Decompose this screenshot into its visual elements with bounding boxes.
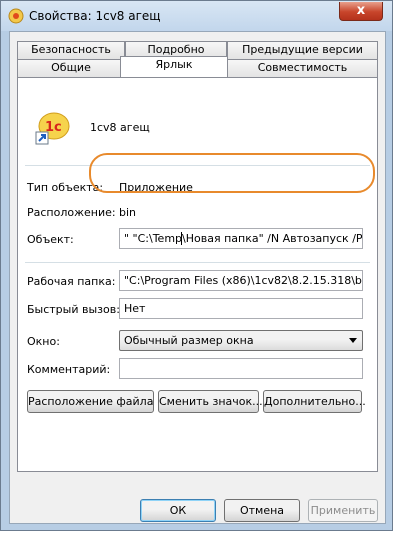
hotkey-label: Быстрый вызов:: [27, 303, 120, 316]
title-bar[interactable]: Свойства: 1cv8 агещ x: [1, 1, 392, 31]
startin-field[interactable]: "C:\Program Files (x86)\1cv82\8.2.15.318…: [119, 270, 363, 291]
target-value: " "C:\Temp\Новая папка" /N Автозапуск /P…: [124, 232, 363, 245]
change-icon-button[interactable]: Сменить значок...: [158, 390, 263, 413]
shortcut-name: 1cv8 агещ: [90, 121, 150, 134]
comment-field[interactable]: [119, 358, 363, 379]
startin-label: Рабочая папка:: [27, 275, 116, 288]
hotkey-field[interactable]: Нет: [119, 298, 363, 319]
run-label: Окно:: [27, 335, 60, 348]
properties-window: Свойства: 1cv8 агещ x Безопасность Подро…: [0, 0, 393, 531]
chevron-down-icon: [349, 338, 357, 343]
tab-compatibility[interactable]: Совместимость: [227, 59, 378, 77]
properties-icon: [8, 8, 24, 24]
run-value: Обычный размер окна: [124, 334, 254, 347]
separator: [25, 262, 370, 263]
location-label: Расположение:: [27, 206, 116, 219]
open-file-location-button[interactable]: Расположение файла: [27, 390, 154, 413]
1c-app-icon: 1c: [35, 112, 70, 145]
tab-shortcut[interactable]: Ярлык: [120, 56, 228, 77]
tab-security[interactable]: Безопасность: [17, 41, 125, 59]
run-select[interactable]: Обычный размер окна: [119, 330, 363, 351]
cancel-button[interactable]: Отмена: [224, 499, 300, 522]
close-icon: x: [356, 3, 366, 18]
target-label: Объект:: [27, 233, 74, 246]
hotkey-value: Нет: [124, 302, 146, 315]
comment-label: Комментарий:: [27, 363, 111, 376]
tab-general[interactable]: Общие: [17, 59, 125, 77]
shortcut-panel: 1c 1cv8 агещ Тип объекта: Приложение Рас…: [17, 77, 378, 472]
text-cursor: [181, 232, 182, 245]
target-field[interactable]: " "C:\Temp\Новая папка" /N Автозапуск /P…: [119, 228, 363, 249]
tab-previous-versions[interactable]: Предыдущие версии: [227, 41, 378, 59]
startin-value: "C:\Program Files (x86)\1cv82\8.2.15.318…: [124, 274, 363, 287]
window-title: Свойства: 1cv8 агещ: [29, 9, 161, 23]
dialog-client: Безопасность Подробно Предыдущие версии …: [9, 31, 386, 524]
close-button[interactable]: x: [339, 2, 383, 21]
advanced-button[interactable]: Дополнительно...: [263, 390, 366, 413]
location-value: bin: [119, 206, 137, 219]
target-highlight-annotation: [89, 153, 375, 193]
apply-button[interactable]: Применить: [308, 499, 378, 522]
ok-button[interactable]: ОК: [140, 499, 216, 522]
